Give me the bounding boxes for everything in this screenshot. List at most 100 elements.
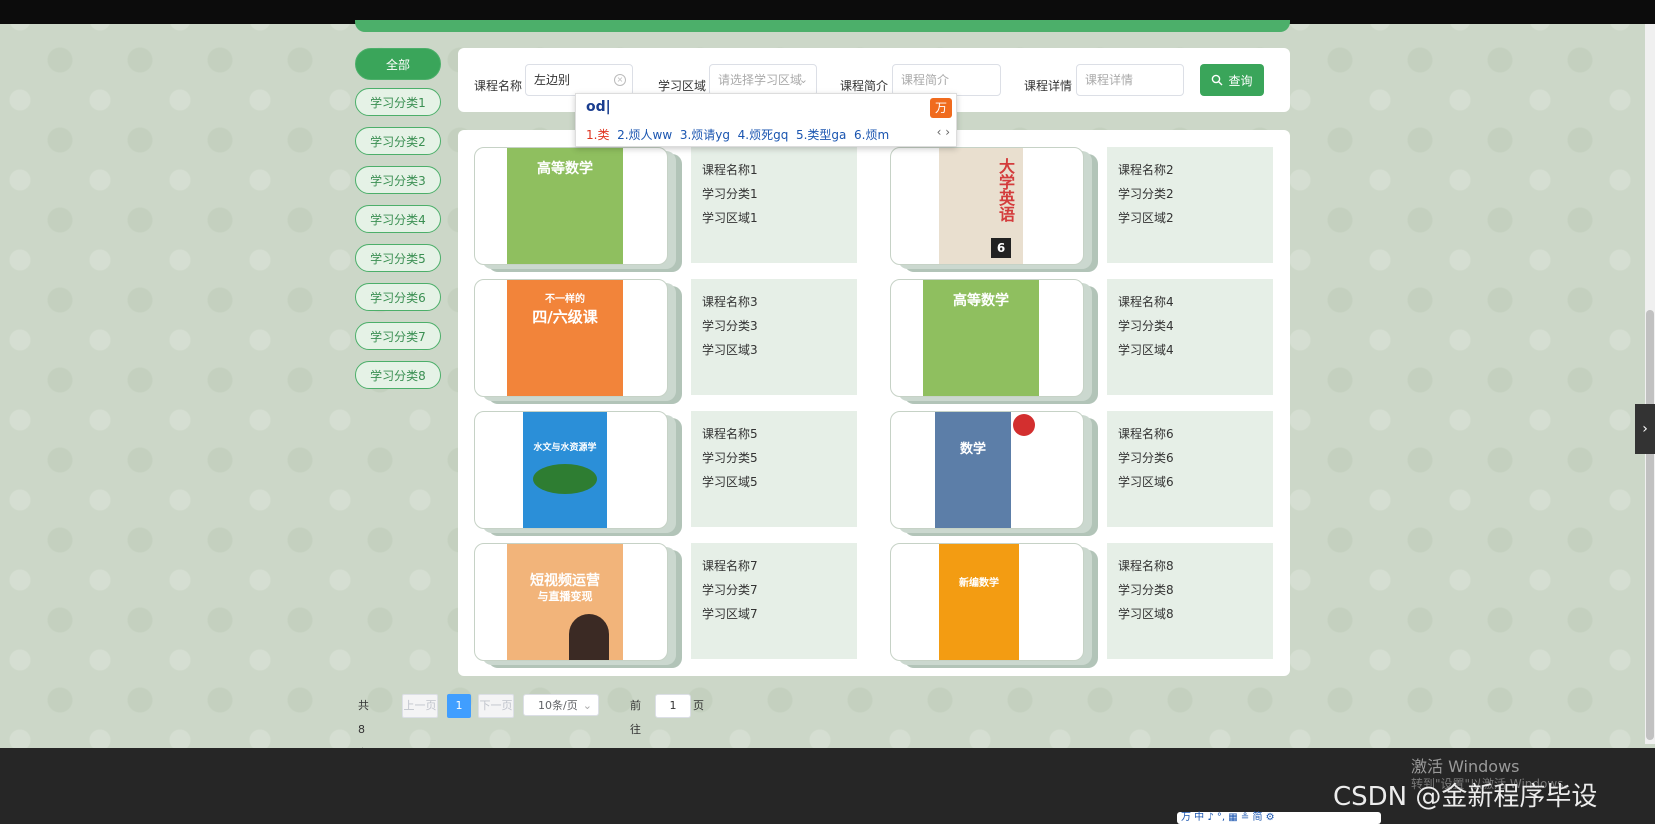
- course-region: 学习区域6: [1118, 475, 1174, 489]
- cover-illustration: [533, 464, 597, 494]
- ime-candidate[interactable]: 5.类型ga: [796, 128, 846, 142]
- course-card[interactable]: 新编数学 课程名称8 学习分类8 学习区域8: [890, 543, 1290, 661]
- course-card[interactable]: 短视频运营 与直播变现 课程名称7 学习分类7 学习区域7: [474, 543, 874, 661]
- category-button[interactable]: 学习分类1: [355, 88, 441, 116]
- cover-title: 数学: [959, 442, 986, 457]
- course-name: 课程名称7: [702, 559, 758, 573]
- cover-title: 大学英语: [996, 158, 1015, 222]
- ime-toolbar[interactable]: 万 中 ♪ °, ▦ ≗ 简 ⚙: [1177, 812, 1381, 824]
- course-name-value: 左边别: [534, 73, 571, 87]
- book-cover-image: 新编数学: [939, 544, 1019, 660]
- course-category: 学习分类7: [702, 583, 758, 597]
- query-button[interactable]: 查询: [1200, 64, 1264, 96]
- course-region: 学习区域8: [1118, 607, 1174, 621]
- course-cover[interactable]: 高等数学: [890, 279, 1084, 397]
- clear-icon[interactable]: ×: [614, 74, 626, 86]
- category-button[interactable]: 学习分类4: [355, 205, 441, 233]
- cover-title: 水文与水资源学: [533, 443, 597, 453]
- cover-title: 高等数学: [537, 161, 593, 177]
- ime-page-nav-icon[interactable]: ‹ ›: [937, 125, 950, 139]
- prev-page-button[interactable]: 上一页: [402, 694, 438, 718]
- course-cover[interactable]: 高等数学: [474, 147, 668, 265]
- course-cover[interactable]: 不一样的 四/六级课: [474, 279, 668, 397]
- course-info: 课程名称4 学习分类4 学习区域4: [1107, 279, 1273, 395]
- cover-stamp: [1013, 414, 1035, 436]
- course-category: 学习分类3: [702, 319, 758, 333]
- course-category: 学习分类1: [702, 187, 758, 201]
- chevron-down-icon: ⌄: [582, 699, 592, 712]
- course-info: 课程名称5 学习分类5 学习区域5: [691, 411, 857, 527]
- ime-candidate[interactable]: 6.烦m: [854, 128, 889, 142]
- course-name-input[interactable]: 左边别 ×: [525, 64, 633, 96]
- course-cover[interactable]: 水文与水资源学: [474, 411, 668, 529]
- course-cover[interactable]: 大学英语 6: [890, 147, 1084, 265]
- nav-bar-edge: [355, 20, 1290, 32]
- ime-candidate-popup: od| 万 1.类 2.烦人ww 3.烦请yg 4.烦死gq 5.类型ga 6.…: [575, 93, 957, 147]
- chevron-down-icon: ⌄: [798, 73, 808, 86]
- course-card[interactable]: 不一样的 四/六级课 课程名称3 学习分类3 学习区域3: [474, 279, 874, 397]
- category-button[interactable]: 学习分类8: [355, 361, 441, 389]
- course-name: 课程名称4: [1118, 295, 1174, 309]
- course-cover[interactable]: 数学: [890, 411, 1084, 529]
- query-label: 查询: [1228, 73, 1253, 88]
- scrollbar-thumb[interactable]: [1646, 310, 1654, 740]
- course-name: 课程名称5: [702, 427, 758, 441]
- page-suffix: 页: [693, 699, 704, 712]
- detail-input[interactable]: 课程详情: [1076, 64, 1184, 96]
- cover-title: 四/六级课: [532, 308, 598, 326]
- course-name: 课程名称1: [702, 163, 758, 177]
- course-card[interactable]: 大学英语 6 课程名称2 学习分类2 学习区域2: [890, 147, 1290, 265]
- course-name: 课程名称3: [702, 295, 758, 309]
- course-info: 课程名称2 学习分类2 学习区域2: [1107, 147, 1273, 263]
- course-card[interactable]: 高等数学 课程名称4 学习分类4 学习区域4: [890, 279, 1290, 397]
- course-cover[interactable]: 新编数学: [890, 543, 1084, 661]
- course-info: 课程名称7 学习分类7 学习区域7: [691, 543, 857, 659]
- category-button[interactable]: 学习分类7: [355, 322, 441, 350]
- category-button[interactable]: 学习分类3: [355, 166, 441, 194]
- category-button[interactable]: 学习分类2: [355, 127, 441, 155]
- category-button[interactable]: 学习分类6: [355, 283, 441, 311]
- ime-candidate[interactable]: 3.烦请yg: [680, 128, 730, 142]
- region-select[interactable]: 请选择学习区域 ⌄: [709, 64, 817, 96]
- course-info: 课程名称1 学习分类1 学习区域1: [691, 147, 857, 263]
- course-region: 学习区域3: [702, 343, 758, 357]
- course-card[interactable]: 数学 课程名称6 学习分类6 学习区域6: [890, 411, 1290, 529]
- book-cover-image: 高等数学: [507, 148, 623, 264]
- cover-portrait: [569, 614, 609, 660]
- goto-page-input[interactable]: 1: [655, 694, 691, 718]
- chevron-right-icon[interactable]: ›: [1635, 404, 1655, 454]
- detail-placeholder: 课程详情: [1085, 73, 1134, 87]
- ime-candidate-list: 1.类 2.烦人ww 3.烦请yg 4.烦死gq 5.类型ga 6.烦m: [586, 126, 889, 143]
- course-region: 学习区域5: [702, 475, 758, 489]
- course-region: 学习区域7: [702, 607, 758, 621]
- ime-candidate[interactable]: 2.烦人ww: [617, 128, 672, 142]
- course-region: 学习区域1: [702, 211, 758, 225]
- cover-badge: 6: [991, 238, 1011, 258]
- ime-candidate[interactable]: 4.烦死gq: [738, 128, 789, 142]
- intro-input[interactable]: 课程简介: [892, 64, 1001, 96]
- course-card[interactable]: 水文与水资源学 课程名称5 学习分类5 学习区域5: [474, 411, 874, 529]
- course-region: 学习区域4: [1118, 343, 1174, 357]
- course-card[interactable]: 高等数学 课程名称1 学习分类1 学习区域1: [474, 147, 874, 265]
- goto-label: 前往: [630, 699, 641, 736]
- course-cover[interactable]: 短视频运营 与直播变现: [474, 543, 668, 661]
- search-icon: [1212, 74, 1223, 86]
- book-cover-image: 数学: [935, 412, 1011, 528]
- ime-composition: od|: [586, 99, 611, 115]
- cover-title: 新编数学: [959, 578, 999, 589]
- course-name-label: 课程名称: [474, 79, 523, 93]
- category-all-button[interactable]: 全部: [355, 48, 441, 80]
- course-category: 学习分类2: [1118, 187, 1174, 201]
- page-number-button[interactable]: 1: [447, 694, 471, 718]
- next-page-button[interactable]: 下一页: [478, 694, 514, 718]
- course-info: 课程名称3 学习分类3 学习区域3: [691, 279, 857, 395]
- cover-title: 高等数学: [953, 293, 1009, 309]
- cover-subtitle: 不一样的: [545, 294, 585, 305]
- intro-label: 课程简介: [840, 79, 889, 93]
- category-button[interactable]: 学习分类5: [355, 244, 441, 272]
- course-name: 课程名称2: [1118, 163, 1174, 177]
- region-label: 学习区域: [658, 79, 707, 93]
- ime-candidate[interactable]: 1.类: [586, 128, 609, 142]
- book-cover-image: 水文与水资源学: [523, 412, 607, 528]
- page-size-select[interactable]: 10条/页 ⌄: [523, 694, 599, 716]
